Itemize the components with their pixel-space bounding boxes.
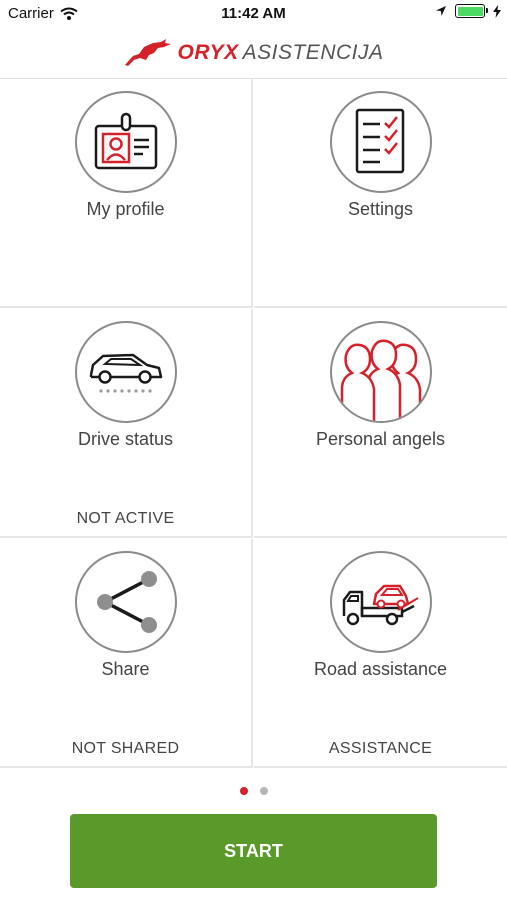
checklist-icon [355,108,405,174]
tile-status: ASSISTANCE [328,740,433,757]
tile-icon-circle [330,91,432,193]
charging-bolt-icon [493,4,501,18]
status-right [435,4,501,18]
oryx-logo-icon [125,39,172,66]
id-badge-icon [94,112,158,170]
tile-settings[interactable]: Settings [254,79,507,308]
page-indicator[interactable] [0,787,507,795]
start-button[interactable]: START [70,814,437,888]
people-group-icon [340,339,422,421]
tile-share[interactable]: Share NOT SHARED [0,539,253,768]
menu-grid: My profile Settings Drive status NOT ACT… [0,79,507,769]
status-bar: Carrier 11:42 AM [0,0,507,28]
tile-road-assistance[interactable]: Road assistance ASSISTANCE [254,539,507,768]
tile-icon-circle [75,321,177,423]
battery-icon [455,4,488,18]
tile-icon-circle [75,91,177,193]
tile-personal-angels[interactable]: Personal angels [254,309,507,538]
tile-label: Personal angels [315,429,446,449]
tile-status: NOT SHARED [71,740,180,757]
tile-drive-status[interactable]: Drive status NOT ACTIVE [0,309,253,538]
logo-suffix: ASISTENCIJA [242,41,384,64]
logo-brand: ORYX [177,41,239,64]
tile-my-profile[interactable]: My profile [0,79,253,308]
page-dot-1[interactable] [239,787,248,795]
tile-icon-circle [330,551,432,653]
tile-icon-circle [75,551,177,653]
app-logo: ORYX ASISTENCIJA [0,28,507,78]
tile-label: Settings [347,199,414,219]
share-icon [97,571,157,633]
tile-label: My profile [86,199,165,219]
tile-label: Drive status [77,429,174,449]
tile-label: Share [101,659,150,679]
tile-status: NOT ACTIVE [76,510,175,527]
tow-truck-icon [342,584,419,626]
tile-icon-circle [330,321,432,423]
page-dot-2[interactable] [259,787,268,795]
status-time: 11:42 AM [221,5,286,22]
battery-fill [457,6,483,16]
car-icon [89,353,163,393]
location-arrow-icon [436,6,446,16]
tile-label: Road assistance [313,659,448,679]
